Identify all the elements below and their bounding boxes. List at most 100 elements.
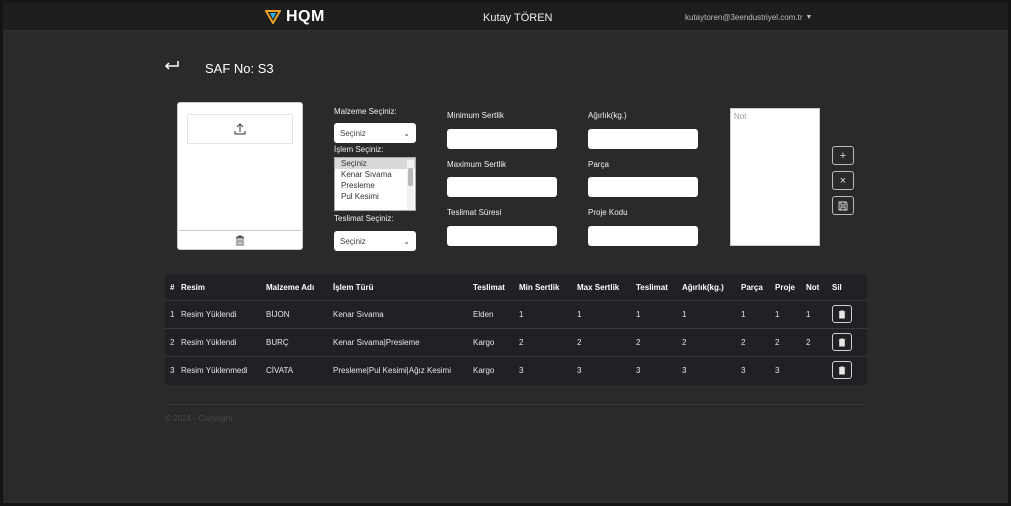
agirlik-input[interactable] — [588, 129, 698, 149]
cell-sil — [830, 356, 867, 384]
parca-label: Parça — [588, 160, 609, 169]
table-row: 2 Resim Yüklendi BURÇ Kenar Sıvama|Presl… — [165, 328, 867, 356]
col-header: Sil — [832, 282, 842, 292]
trash-icon — [236, 235, 244, 245]
upload-icon — [234, 123, 246, 135]
malzeme-select[interactable]: Seçiniz ⌄ — [334, 123, 416, 143]
cell-agirlik: 3 — [682, 365, 687, 375]
proje-kodu-label: Proje Kodu — [588, 208, 628, 217]
min-sertlik-input[interactable] — [447, 129, 557, 149]
page-title: SAF No: S3 — [205, 61, 274, 76]
col-header: Ağırlık(kg.) — [682, 282, 724, 292]
parca-input[interactable] — [588, 177, 698, 197]
cell-agirlik: 2 — [682, 337, 687, 347]
back-arrow-icon[interactable] — [163, 59, 181, 78]
user-email: kutaytoren@3eendustriyel.com.tr — [685, 13, 803, 22]
col-header: Min Sertlik — [519, 282, 560, 292]
cell-teslimat-suresi: 1 — [636, 309, 641, 319]
brand-logo[interactable]: HQM — [265, 8, 325, 26]
cell-teslimat: Elden — [473, 309, 494, 319]
max-sertlik-input[interactable] — [447, 177, 557, 197]
proje-kodu-input[interactable] — [588, 226, 698, 246]
trash-icon — [838, 338, 846, 346]
cell-max-sertlik: 3 — [577, 365, 582, 375]
plus-icon: + — [839, 149, 847, 162]
entries-table: # Resim Malzeme Adı İşlem Türü Teslimat … — [165, 275, 867, 385]
close-icon: × — [839, 174, 847, 187]
cell-min-sertlik: 3 — [519, 365, 524, 375]
cell-teslimat: Kargo — [473, 365, 495, 375]
teslimat-suresi-input[interactable] — [447, 226, 557, 246]
save-icon — [838, 201, 848, 210]
cell-sil — [830, 300, 867, 328]
col-header: Parça — [741, 282, 763, 292]
col-header: Proje — [775, 282, 796, 292]
islem-option[interactable]: Kenar Sıvama — [335, 169, 415, 180]
cell-not: 1 — [806, 309, 811, 319]
col-header: Teslimat — [473, 282, 505, 292]
islem-listbox[interactable]: Seçiniz Kenar Sıvama Presleme Pul Kesimi — [334, 157, 416, 211]
delete-row-button[interactable] — [832, 305, 852, 323]
col-header: İşlem Türü — [333, 282, 374, 292]
col-header: Max Sertlik — [577, 282, 620, 292]
cell-malzeme: BURÇ — [266, 337, 289, 347]
islem-option[interactable]: Seçiniz — [335, 158, 415, 169]
min-sertlik-label: Minimum Sertlik — [447, 111, 504, 120]
col-header: # — [170, 282, 175, 292]
cell-islem: Presleme|Pul Kesimi|Ağız Kesimi — [333, 365, 451, 375]
cell-islem: Kenar Sıvama — [333, 309, 384, 319]
trash-icon — [838, 366, 846, 375]
cell-not: 2 — [806, 337, 811, 347]
cell-teslimat: Kargo — [473, 337, 495, 347]
cell-proje: 3 — [775, 365, 780, 375]
chevron-down-icon: ⌄ — [403, 236, 410, 246]
teslimat-select-value: Seçiniz — [340, 236, 366, 246]
col-header: Teslimat — [636, 282, 668, 292]
teslimat-suresi-label: Teslimat Süresi — [447, 208, 502, 217]
malzeme-select-value: Seçiniz — [340, 128, 366, 138]
table-row: 3 Resim Yüklenmedi CİVATA Presleme|Pul K… — [165, 356, 867, 384]
cell-malzeme: CİVATA — [266, 365, 294, 375]
cell-not — [804, 356, 830, 384]
islem-label: İşlem Seçiniz: — [334, 145, 384, 154]
app-frame: HQM Kutay TÖREN kutaytoren@3eendustriyel… — [3, 3, 1008, 503]
malzeme-label: Malzeme Seçiniz: — [334, 107, 397, 116]
cell-sil — [830, 328, 867, 356]
cell-proje: 1 — [775, 309, 780, 319]
listbox-scrollbar[interactable] — [407, 160, 414, 210]
cell-max-sertlik: 1 — [577, 309, 582, 319]
upload-button[interactable] — [187, 114, 293, 144]
footer-copyright: © 2024 - Copyright — [165, 414, 233, 423]
islem-option[interactable]: Presleme — [335, 180, 415, 191]
cell-index: 3 — [170, 365, 175, 375]
cell-parca: 2 — [741, 337, 746, 347]
brand-text: HQM — [286, 8, 325, 25]
add-button[interactable]: + — [832, 146, 854, 165]
col-header: Malzeme Adı — [266, 282, 315, 292]
chevron-down-icon: ⌄ — [403, 128, 410, 138]
user-menu[interactable]: kutaytoren@3eendustriyel.com.tr ▼ — [685, 13, 812, 22]
cell-agirlik: 1 — [682, 309, 687, 319]
delete-row-button[interactable] — [832, 361, 852, 380]
table-header-row: # Resim Malzeme Adı İşlem Türü Teslimat … — [165, 275, 867, 300]
top-navbar: HQM Kutay TÖREN kutaytoren@3eendustriyel… — [3, 3, 1008, 31]
delete-row-button[interactable] — [832, 333, 852, 351]
hqm-logo-icon — [265, 10, 281, 24]
cell-resim: Resim Yüklendi — [181, 309, 237, 319]
save-button[interactable] — [832, 196, 854, 215]
teslimat-label: Teslimat Seçiniz: — [334, 214, 394, 223]
caret-down-icon: ▼ — [805, 14, 813, 21]
teslimat-select[interactable]: Seçiniz ⌄ — [334, 231, 416, 251]
islem-option[interactable]: Pul Kesimi — [335, 191, 415, 202]
cell-islem: Kenar Sıvama|Presleme — [333, 337, 420, 347]
delete-image-button[interactable] — [179, 230, 301, 249]
col-header: Not — [806, 282, 820, 292]
col-header: Resim — [181, 282, 206, 292]
cell-parca: 3 — [741, 365, 746, 375]
cell-max-sertlik: 2 — [577, 337, 582, 347]
clear-button[interactable]: × — [832, 171, 854, 190]
cell-index: 1 — [170, 309, 175, 319]
footer-divider — [165, 404, 867, 405]
note-textarea[interactable]: Not — [730, 108, 820, 246]
cell-min-sertlik: 2 — [519, 337, 524, 347]
